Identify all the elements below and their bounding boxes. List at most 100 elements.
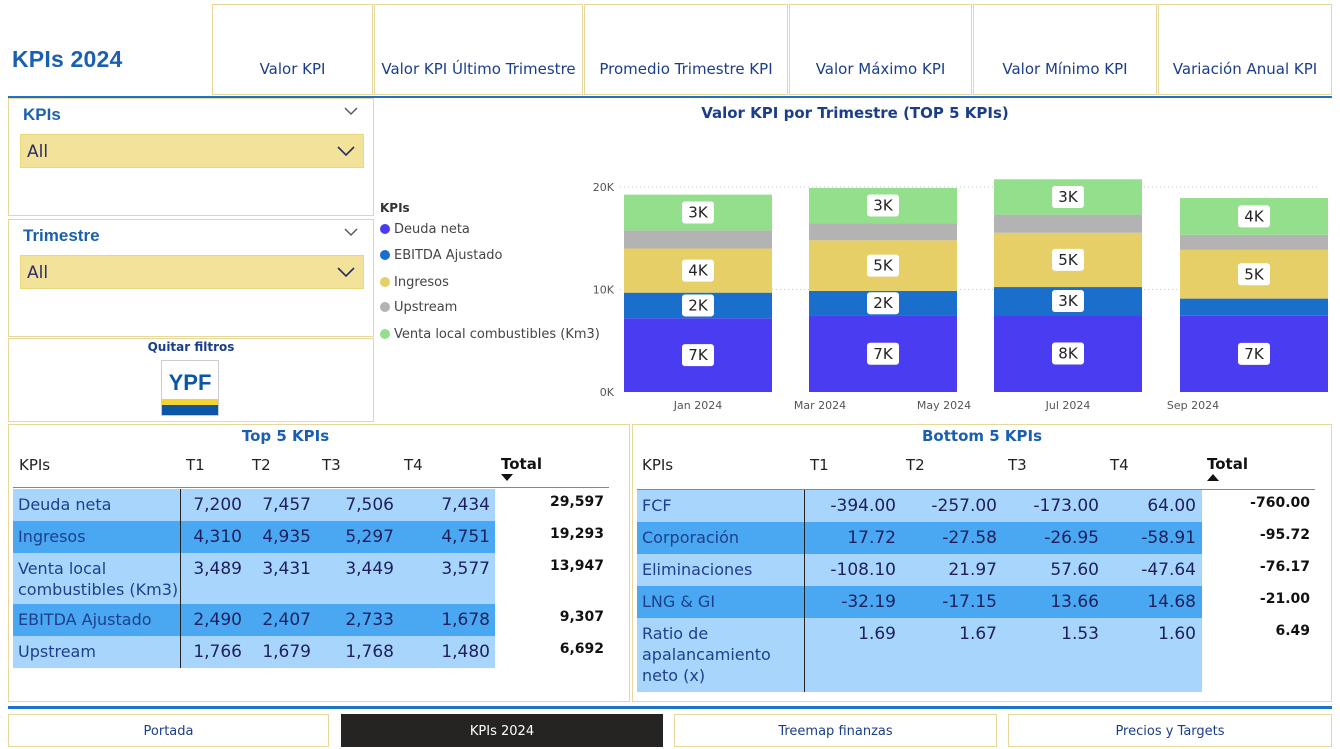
table-cell: 21.97 — [948, 560, 997, 580]
legend-dot — [380, 224, 390, 234]
kpi-card-maximo[interactable]: Valor Máximo KPI — [789, 4, 972, 95]
legend-item[interactable]: Upstream — [380, 300, 457, 315]
trimestre-dropdown[interactable]: All — [20, 255, 364, 289]
column-header[interactable]: KPIs — [19, 456, 50, 474]
kpi-card-minimo[interactable]: Valor Mínimo KPI — [973, 4, 1157, 95]
column-header[interactable]: T3 — [1008, 456, 1027, 474]
data-label: 7K — [688, 346, 709, 364]
table-cell: 4,935 — [262, 527, 311, 547]
column-header[interactable]: KPIs — [642, 456, 673, 474]
kpi-card-promedio[interactable]: Promedio Trimestre KPI — [584, 4, 788, 95]
legend-item[interactable]: Deuda neta — [380, 222, 470, 237]
bar-segment — [994, 214, 1142, 233]
table-cell: 1.53 — [1061, 624, 1099, 644]
legend-item[interactable]: Venta local combustibles (Km3) — [380, 327, 600, 342]
table-cell: -394.00 — [830, 496, 896, 516]
column-header[interactable]: T1 — [186, 456, 205, 474]
trimestre-slicer-title: Trimestre — [23, 226, 100, 245]
tab-precios-targets[interactable]: Precios y Targets — [1008, 714, 1332, 747]
legend-label: Ingresos — [394, 275, 449, 290]
kpis-slicer-title: KPIs — [23, 105, 61, 124]
bar-segment — [1180, 298, 1328, 316]
kpi-card-valor[interactable]: Valor KPI — [212, 4, 373, 95]
tab-treemap-finanzas[interactable]: Treemap finanzas — [674, 714, 997, 747]
legend-item[interactable]: EBITDA Ajustado — [380, 248, 503, 263]
legend-item[interactable]: Ingresos — [380, 275, 449, 290]
y-tick-label: 20K — [593, 181, 615, 194]
table-cell: 3,577 — [441, 559, 490, 579]
column-separator — [180, 489, 181, 668]
header-rule — [13, 487, 609, 488]
column-header-total[interactable]: Total — [501, 455, 542, 473]
kpis-slicer: KPIs All — [8, 98, 374, 216]
table-cell: 5,297 — [345, 527, 394, 547]
legend-title: KPIs — [380, 201, 410, 215]
column-header[interactable]: T3 — [322, 456, 341, 474]
chart-title: Valor KPI por Trimestre (TOP 5 KPIs) — [701, 104, 1009, 122]
clear-filters-button[interactable]: Quitar filtros — [8, 340, 374, 354]
chevron-down-icon — [337, 267, 355, 278]
legend-dot — [380, 302, 390, 312]
column-header-total[interactable]: Total — [1207, 455, 1248, 473]
row-total: -760.00 — [1250, 495, 1310, 511]
table-cell: 17.72 — [847, 528, 896, 548]
data-label: 7K — [1244, 345, 1265, 363]
kpi-card-label: Valor Mínimo KPI — [1002, 60, 1128, 78]
x-tick-label: Jul 2024 — [1045, 399, 1091, 412]
top5-table-title: Top 5 KPIs — [241, 427, 330, 445]
row-label: Corporación — [642, 528, 740, 547]
data-label: 8K — [1058, 345, 1079, 363]
column-header[interactable]: T1 — [810, 456, 829, 474]
column-header[interactable]: T4 — [404, 456, 423, 474]
kpis-dropdown[interactable]: All — [20, 134, 364, 168]
chevron-down-icon[interactable] — [343, 103, 359, 119]
data-label: 3K — [688, 204, 709, 222]
column-header[interactable]: T2 — [252, 456, 271, 474]
table-cell: 7,434 — [441, 495, 490, 515]
kpi-card-label: Variación Anual KPI — [1172, 60, 1318, 78]
bar-segment — [1180, 234, 1328, 250]
row-total: 29,597 — [549, 494, 604, 510]
data-label: 3K — [1058, 188, 1079, 206]
row-total: 13,947 — [549, 558, 604, 574]
bottom5-table-title: Bottom 5 KPIs — [921, 427, 1043, 445]
table-cell: -173.00 — [1033, 496, 1099, 516]
chevron-down-icon[interactable] — [343, 224, 359, 240]
bar-segment — [624, 230, 772, 249]
table-cell: -32.19 — [841, 592, 896, 612]
legend-dot — [380, 329, 390, 339]
trimestre-slicer: Trimestre All — [8, 219, 374, 337]
row-total: 6.49 — [1275, 623, 1310, 639]
data-label: 3K — [873, 197, 894, 215]
table-cell: -47.64 — [1141, 560, 1196, 580]
ypf-logo-mark: YPF — [162, 361, 218, 415]
row-total: 6,692 — [559, 641, 604, 657]
row-total: -95.72 — [1259, 527, 1310, 543]
tab-kpis-2024[interactable]: KPIs 2024 — [341, 714, 663, 747]
table-cell: 1,768 — [345, 642, 394, 662]
kpi-card-ultimo-trimestre[interactable]: Valor KPI Último Trimestre — [374, 4, 583, 95]
table-cell: 13.66 — [1050, 592, 1099, 612]
legend-label: Deuda neta — [394, 222, 470, 237]
table-cell: 1.60 — [1158, 624, 1196, 644]
kpi-card-label: Promedio Trimestre KPI — [599, 60, 773, 78]
kpi-card-label: Valor Máximo KPI — [815, 60, 946, 78]
sort-desc-icon — [501, 474, 513, 481]
table-cell: 1.67 — [959, 624, 997, 644]
stacked-bar-chart: 0K 10K 20K Jan 2024 Mar 2024 May 2024 Jul 2024… — [593, 179, 1328, 412]
column-header[interactable]: T2 — [906, 456, 925, 474]
ypf-logo[interactable]: YPF — [161, 360, 219, 416]
tab-portada[interactable]: Portada — [8, 714, 329, 747]
table-cell: -108.10 — [830, 560, 896, 580]
table-cell: -26.95 — [1044, 528, 1099, 548]
row-label: LNG & GI — [642, 592, 716, 611]
table-cell: 57.60 — [1050, 560, 1099, 580]
row-total: -21.00 — [1259, 591, 1310, 607]
legend-label: EBITDA Ajustado — [394, 248, 503, 263]
column-header[interactable]: T4 — [1110, 456, 1129, 474]
table-cell: 2,733 — [345, 610, 394, 630]
trimestre-dropdown-value: All — [27, 263, 49, 283]
row-total: 9,307 — [559, 609, 604, 625]
legend-label: Upstream — [394, 300, 458, 315]
kpi-card-variacion[interactable]: Variación Anual KPI — [1158, 4, 1332, 95]
